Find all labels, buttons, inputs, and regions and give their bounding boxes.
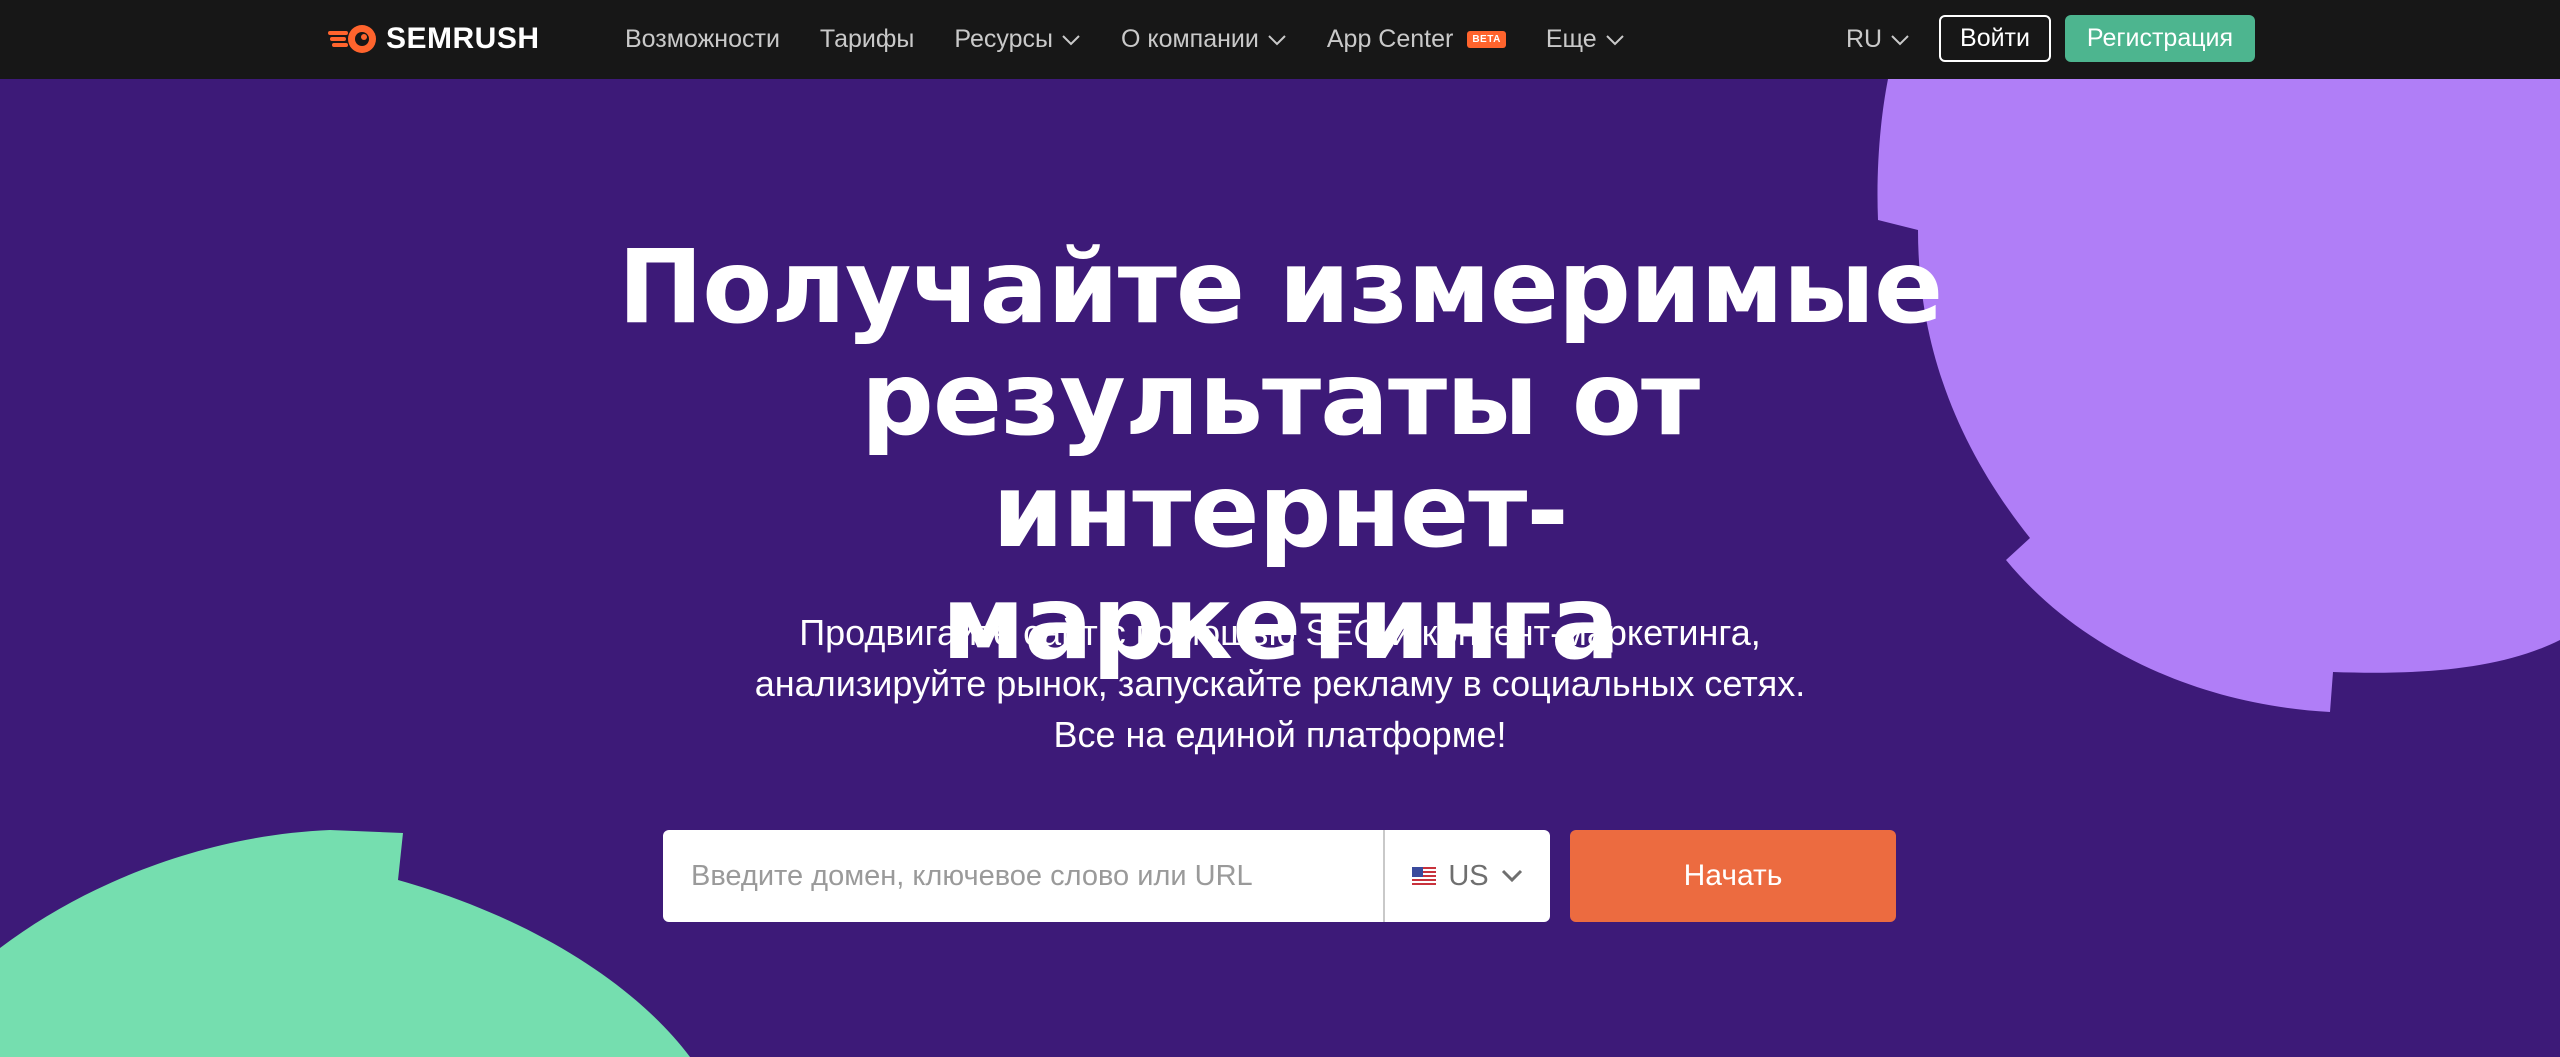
nav-item-app-center[interactable]: App Center BETA [1327, 25, 1506, 54]
hero-subtitle-line: анализируйте рынок, запускайте рекламу в… [754, 663, 1806, 704]
nav-item-label: О компании [1120, 25, 1259, 53]
nav-item-resources[interactable]: Ресурсы [954, 25, 1081, 54]
nav-item-company[interactable]: О компании [1121, 25, 1287, 54]
chevron-down-icon [1891, 34, 1909, 45]
nav-item-label: Тарифы [819, 25, 915, 53]
hero-title-line: результаты от интернет- [860, 340, 1700, 571]
semrush-logo-icon [328, 25, 376, 53]
language-label: RU [1846, 25, 1883, 53]
nav-item-label: Еще [1545, 25, 1597, 53]
main-nav: Возможности Тарифы Ресурсы О компании Ap… [625, 0, 1665, 79]
brand-logo[interactable]: SEMRUSH [328, 20, 540, 58]
hero-subtitle-line: Все на единой платформе! [1053, 714, 1507, 755]
search-input[interactable] [663, 830, 1383, 922]
chevron-down-icon [1501, 869, 1522, 883]
nav-item-label: App Center [1326, 25, 1454, 53]
nav-item-more[interactable]: Еще [1546, 25, 1625, 54]
chevron-down-icon [1605, 34, 1624, 45]
us-flag-icon [1412, 867, 1437, 885]
register-button[interactable]: Регистрация [2065, 15, 2255, 62]
database-select[interactable]: US [1383, 830, 1550, 922]
nav-item-pricing[interactable]: Тарифы [820, 25, 914, 54]
login-button[interactable]: Войти [1939, 15, 2051, 62]
brand-name: SEMRUSH [386, 22, 540, 55]
nav-item-label: Ресурсы [954, 25, 1053, 53]
hero-title-line: Получайте измеримые [617, 228, 1943, 347]
language-selector[interactable]: RU [1846, 0, 1910, 79]
top-navigation-bar: SEMRUSH Возможности Тарифы Ресурсы О ком… [0, 0, 2560, 79]
hero-subtitle: Продвигайте сайт с помощью SEO и контент… [630, 607, 1930, 760]
search-form: US [663, 830, 1550, 922]
database-label: US [1448, 859, 1489, 892]
page: SEMRUSH Возможности Тарифы Ресурсы О ком… [0, 0, 2560, 1057]
hero-subtitle-line: Продвигайте сайт с помощью SEO и контент… [799, 612, 1761, 653]
chevron-down-icon [1268, 34, 1286, 45]
green-shape [0, 830, 690, 1057]
beta-badge: BETA [1467, 31, 1506, 48]
nav-item-features[interactable]: Возможности [625, 25, 780, 54]
nav-item-label: Возможности [625, 25, 780, 53]
chevron-down-icon [1062, 34, 1080, 45]
start-button[interactable]: Начать [1570, 830, 1896, 922]
